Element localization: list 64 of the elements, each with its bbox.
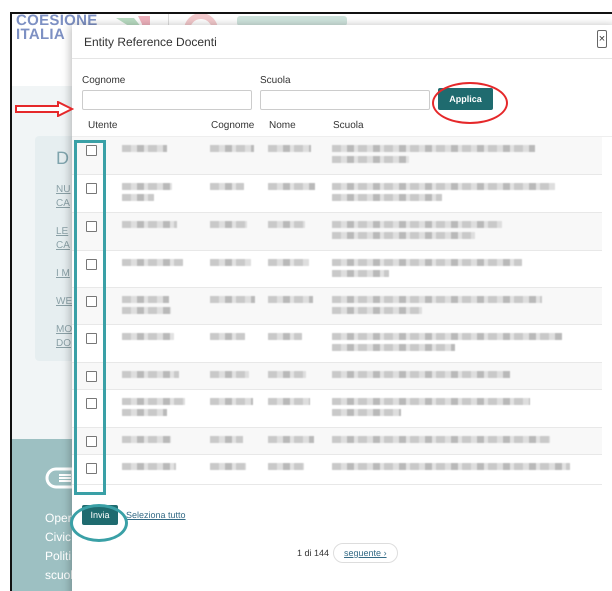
blurred-text — [122, 436, 171, 443]
blurred-text — [268, 463, 304, 470]
row-checkbox[interactable] — [86, 398, 97, 409]
blurred-text — [210, 183, 244, 190]
select-all-link[interactable]: Seleziona tutto — [126, 510, 186, 520]
row-checkbox[interactable] — [86, 259, 97, 270]
blurred-text — [122, 259, 183, 266]
footer-text: Politi — [45, 548, 72, 565]
row-checkbox[interactable] — [86, 463, 97, 474]
blurred-text — [210, 145, 254, 152]
blurred-text — [122, 463, 176, 470]
annotation-ellipse — [70, 504, 128, 542]
footer-text: Oper — [45, 510, 72, 527]
field-label: Cognome — [82, 75, 126, 86]
column-header: Cognome — [211, 120, 256, 130]
blurred-text — [122, 194, 154, 201]
row-checkbox[interactable] — [86, 333, 97, 344]
blurred-text — [122, 145, 167, 152]
blurred-text — [122, 183, 172, 190]
row-checkbox[interactable] — [86, 145, 97, 156]
blurred-text — [210, 398, 253, 405]
column-header: Utente — [87, 120, 118, 130]
close-button[interactable]: × — [597, 30, 607, 48]
footer-text: scuol — [45, 567, 74, 584]
blurred-text — [210, 221, 247, 228]
blurred-text — [210, 371, 249, 378]
row-checkbox[interactable] — [86, 183, 97, 194]
blurred-text — [268, 259, 309, 266]
apply-button[interactable]: Applica — [438, 88, 493, 110]
blurred-text — [268, 296, 313, 303]
blurred-text — [210, 259, 251, 266]
blurred-text — [268, 221, 305, 228]
field-label: Scuola — [260, 75, 292, 86]
row-checkbox[interactable] — [86, 371, 97, 382]
blurred-text — [122, 333, 174, 340]
blurred-text — [268, 145, 311, 152]
blurred-text — [210, 436, 243, 443]
blurred-text — [268, 436, 314, 443]
blurred-text — [122, 307, 171, 314]
input-field[interactable] — [260, 90, 430, 110]
row-checkbox[interactable] — [86, 221, 97, 232]
row-checkbox[interactable] — [86, 296, 97, 307]
blurred-text — [122, 221, 177, 228]
page-status: 1 di 144 — [297, 548, 330, 558]
panel-title: D — [56, 148, 69, 169]
blurred-text — [332, 270, 389, 277]
blurred-text — [122, 296, 169, 303]
blurred-text — [210, 333, 245, 340]
blurred-text — [122, 371, 179, 378]
blurred-text — [122, 398, 185, 405]
blurred-text — [268, 398, 310, 405]
blurred-text — [210, 296, 255, 303]
footer-text: Civic — [45, 529, 71, 546]
blurred-text — [268, 371, 306, 378]
column-header: Scuola — [333, 120, 364, 130]
row-checkbox[interactable] — [86, 436, 97, 447]
blurred-text — [332, 409, 401, 416]
blurred-text — [268, 183, 315, 190]
next-page-button[interactable]: seguente › — [333, 543, 398, 563]
column-header: Nome — [269, 120, 297, 130]
blurred-text — [268, 333, 302, 340]
blurred-text — [210, 463, 246, 470]
input-field[interactable] — [82, 90, 252, 110]
blurred-text — [122, 409, 167, 416]
